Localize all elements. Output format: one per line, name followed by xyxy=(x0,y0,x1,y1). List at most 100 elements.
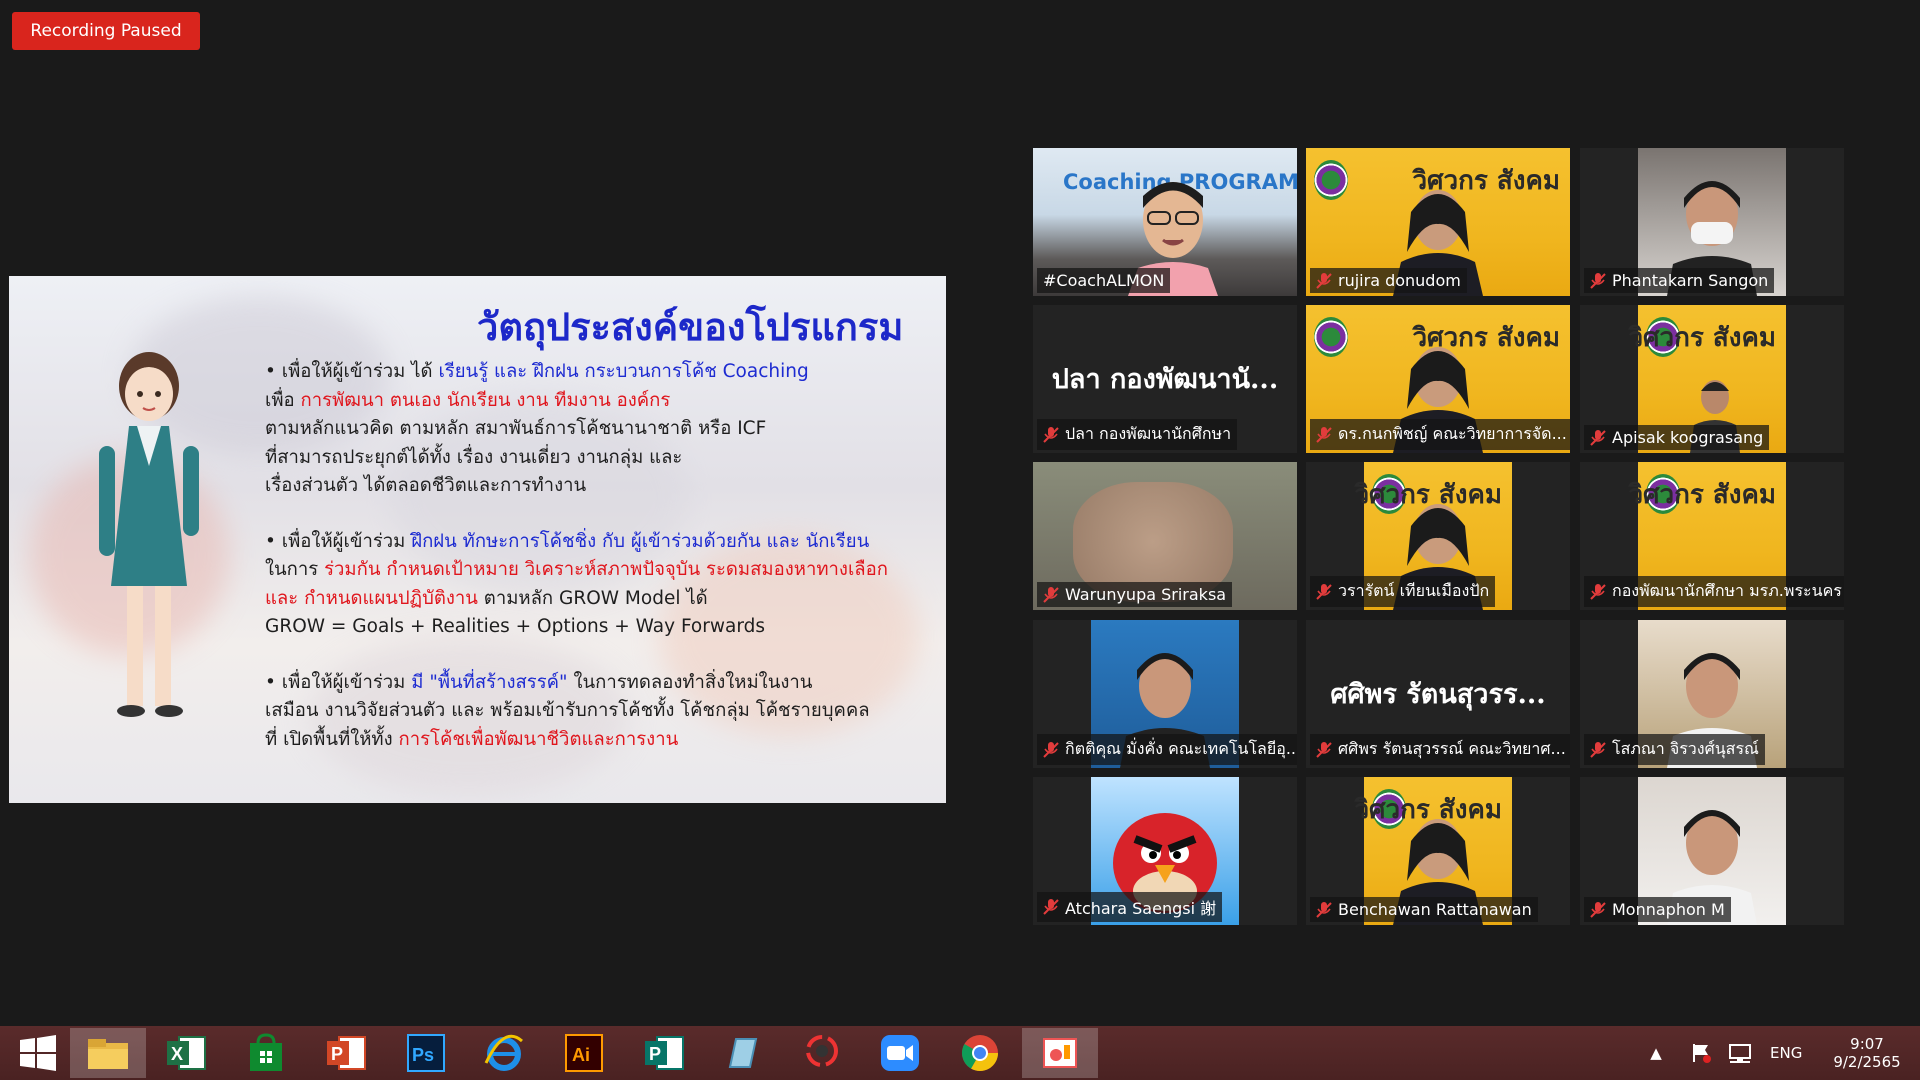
poster-text: วิศวกร สังคม xyxy=(1628,480,1776,510)
participant-name-label: กิตติคุณ มั่งคั่ง คณะเทคโนโลยีอุ... xyxy=(1037,734,1297,765)
snipping-tool-icon[interactable] xyxy=(1022,1028,1098,1078)
participant-name-label: rujira donudom xyxy=(1310,268,1467,293)
photoshop-icon[interactable]: Ps xyxy=(388,1028,464,1078)
participant-display-name: ปลา กองพัฒนานั... xyxy=(1051,364,1279,395)
participant-tile[interactable]: ศศิพร รัตนสุวรร... ศศิพร รัตนสุวรรณ์ คณะว… xyxy=(1306,620,1570,768)
participant-tile[interactable]: วิศวกร สังคม Benchawan Rattanawan xyxy=(1306,777,1570,925)
muted-mic-icon xyxy=(1316,901,1332,918)
svg-text:P: P xyxy=(331,1044,343,1064)
svg-text:Ai: Ai xyxy=(572,1045,590,1065)
participant-name: Apisak koograsang xyxy=(1612,428,1764,447)
notepad-icon[interactable] xyxy=(704,1028,780,1078)
participant-name: กิตติคุณ มั่งคั่ง คณะเทคโนโลยีอุ... xyxy=(1065,739,1297,758)
participant-name-label: ดร.กนกพิชญ์ คณะวิทยาการจัด... xyxy=(1310,419,1570,450)
participant-tile[interactable]: วิศวกร สังคม วรารัตน์ เทียนเมืองปัก xyxy=(1306,462,1570,610)
muted-mic-icon xyxy=(1043,899,1059,915)
highlight-text: เรียนรู้ และ ฝึกฝน กระบวนการโค้ช Coachin… xyxy=(438,361,809,382)
highlight-text: และ กำหนดแผนปฏิบัติงาน xyxy=(265,587,478,609)
participant-tile[interactable]: Warunyupa Sriraksa xyxy=(1033,462,1297,610)
highlight-text: ฝึกฝน ทักษะการโค้ชชิ่ง กับ ผู้เข้าร่วมด้… xyxy=(411,530,870,552)
slide-body: • เพื่อให้ผู้เข้าร่วม ได้ เรียนรู้ และ ฝ… xyxy=(265,358,925,781)
participant-tile[interactable]: วิศวกร สังคม Apisak koograsang xyxy=(1580,305,1844,453)
muted-mic-icon xyxy=(1590,741,1606,758)
participant-name-label: Warunyupa Sriraksa xyxy=(1037,582,1233,607)
objective-1: • เพื่อให้ผู้เข้าร่วม ได้ เรียนรู้ และ ฝ… xyxy=(265,358,925,501)
muted-mic-icon xyxy=(1043,586,1059,603)
text: ในการทดลองทำสิ่งใหม่ในงาน xyxy=(567,671,813,693)
participant-name: Warunyupa Sriraksa xyxy=(1065,585,1227,604)
muted-mic-icon xyxy=(1043,741,1059,758)
text: เพื่อ xyxy=(265,389,301,411)
participant-display-name: ศศิพร รัตนสุวรร... xyxy=(1330,679,1546,710)
language-indicator[interactable]: ENG xyxy=(1770,1026,1806,1080)
text: เรื่องส่วนตัว ได้ตลอดชีวิตและการทำงาน xyxy=(265,475,587,496)
text: • เพื่อให้ผู้เข้าร่วม ได้ xyxy=(265,361,439,382)
illustrator-icon[interactable]: Ai xyxy=(546,1028,622,1078)
network-icon[interactable] xyxy=(1728,1026,1756,1080)
participant-tile[interactable]: วิศวกร สังคม rujira donudom xyxy=(1306,148,1570,296)
participant-name: #CoachALMON xyxy=(1043,271,1165,290)
excel-icon[interactable]: X xyxy=(148,1028,224,1078)
muted-mic-icon xyxy=(1316,426,1332,443)
text: GROW = Goals + Realities + Options + Way… xyxy=(265,616,765,637)
participant-tile[interactable]: วิศวกร สังคม ดร.กนกพิชญ์ คณะวิทยาการจัด..… xyxy=(1306,305,1570,453)
participant-name: ดร.กนกพิชญ์ คณะวิทยาการจัด... xyxy=(1338,424,1567,443)
participant-tile[interactable]: Phantakarn Sangon xyxy=(1580,148,1844,296)
objective-2: • เพื่อให้ผู้เข้าร่วม ฝึกฝน ทักษะการโค้ช… xyxy=(265,528,925,642)
action-center-flag-icon[interactable] xyxy=(1690,1026,1716,1080)
text: เสมือน งานวิจัยส่วนตัว และ พร้อมเข้ารับก… xyxy=(265,700,870,721)
participant-tile[interactable]: Coaching PROGRAM for ...r#CoachALMON xyxy=(1033,148,1297,296)
participant-name-label: #CoachALMON xyxy=(1037,268,1171,293)
store-icon[interactable] xyxy=(228,1028,304,1078)
svg-text:Ps: Ps xyxy=(412,1045,434,1065)
participant-name: rujira donudom xyxy=(1338,271,1461,290)
muted-mic-icon xyxy=(1590,272,1606,289)
muted-mic-icon xyxy=(1316,741,1332,758)
show-hidden-icons-icon[interactable]: ▲ xyxy=(1642,1026,1670,1080)
participant-tile[interactable]: Monnaphon M xyxy=(1580,777,1844,925)
objective-3: • เพื่อให้ผู้เข้าร่วม มี "พื้นที่สร้างสร… xyxy=(265,669,925,755)
svg-text:P: P xyxy=(649,1044,661,1064)
muted-mic-icon xyxy=(1590,429,1606,446)
text: • เพื่อให้ผู้เข้าร่วม xyxy=(265,671,412,693)
participant-name-label: Phantakarn Sangon xyxy=(1584,268,1775,293)
university-seal-icon xyxy=(1314,160,1348,200)
muted-mic-icon xyxy=(1316,583,1332,600)
participant-name: กองพัฒนานักศึกษา มรภ.พระนคร xyxy=(1612,581,1842,600)
clock-time: 9:07 xyxy=(1850,1035,1884,1053)
poster-text: วิศวกร สังคม xyxy=(1628,323,1776,353)
highlight-text: ร่วมกัน กำหนดเป้าหมาย วิเคราะห์สภาพปัจจุ… xyxy=(324,559,888,580)
participant-tile[interactable]: Atchara Saengsi 謝 xyxy=(1033,777,1297,925)
highlight-text: การพัฒนา ตนเอง นักเรียน งาน ทีมงาน องค์ก… xyxy=(300,389,671,411)
shared-slide: วัตถุประสงค์ของโปรแกรม • เพื่อให้ผู้เข้า… xyxy=(9,276,946,803)
university-seal-icon xyxy=(1314,317,1348,357)
participant-name: Phantakarn Sangon xyxy=(1612,271,1769,290)
participant-name: Atchara Saengsi 謝 xyxy=(1065,899,1217,918)
participant-tile[interactable]: กิตติคุณ มั่งคั่ง คณะเทคโนโลยีอุ... xyxy=(1033,620,1297,768)
participant-tile[interactable]: วิศวกร สังคมกองพัฒนานักศึกษา มรภ.พระนคร xyxy=(1580,462,1844,610)
publisher-icon[interactable]: P xyxy=(626,1028,702,1078)
photoscape-icon[interactable] xyxy=(784,1028,860,1078)
text: ในการ xyxy=(265,559,325,580)
clock[interactable]: 9:07 9/2/2565 xyxy=(1820,1026,1914,1080)
muted-mic-icon xyxy=(1316,272,1332,289)
zoom-icon[interactable] xyxy=(862,1028,938,1078)
highlight-text: การโค้ชเพื่อพัฒนาชีวิตและการงาน xyxy=(398,728,679,750)
internet-explorer-icon[interactable] xyxy=(466,1028,542,1078)
chrome-icon[interactable] xyxy=(942,1028,1018,1078)
participant-name-label: Benchawan Rattanawan xyxy=(1310,897,1538,922)
participant-name: วรารัตน์ เทียนเมืองปัก xyxy=(1338,581,1490,600)
participant-name-label: Atchara Saengsi 謝 xyxy=(1037,892,1223,922)
muted-mic-icon xyxy=(1043,426,1059,443)
participant-tile[interactable]: ปลา กองพัฒนานั... ปลา กองพัฒนานักศึกษา xyxy=(1033,305,1297,453)
participant-name-label: โสภณา จิรวงศ์นุสรณ์ xyxy=(1584,734,1765,765)
participant-name-label: ปลา กองพัฒนานักศึกษา xyxy=(1037,419,1238,450)
recording-status-badge[interactable]: Recording Paused xyxy=(12,12,200,50)
windows-taskbar: X P Ps Ai P ▲ ENG 9:07 9/2/2565 xyxy=(0,1026,1920,1080)
start-icon[interactable] xyxy=(0,1028,76,1078)
powerpoint-icon[interactable]: P xyxy=(308,1028,384,1078)
participant-tile[interactable]: โสภณา จิรวงศ์นุสรณ์ xyxy=(1580,620,1844,768)
file-explorer-icon[interactable] xyxy=(70,1028,146,1078)
cartoon-woman-illustration xyxy=(99,352,199,717)
highlight-text: มี "พื้นที่สร้างสรรค์" xyxy=(411,671,568,693)
